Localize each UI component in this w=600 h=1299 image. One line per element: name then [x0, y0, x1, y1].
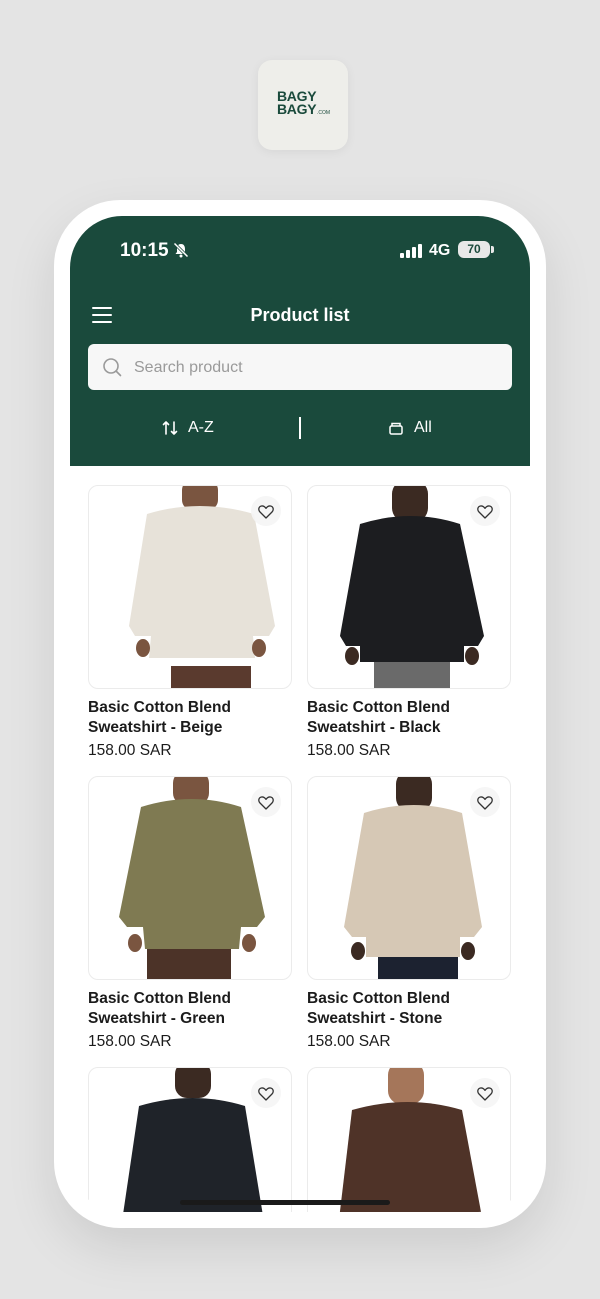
product-grid: Basic Cotton Blend Sweatshirt - Beige 15…	[70, 466, 530, 1212]
battery-tip	[491, 246, 494, 253]
search-icon	[103, 358, 122, 377]
product-price: 158.00 SAR	[88, 1033, 172, 1050]
product-image[interactable]	[88, 1067, 292, 1212]
heart-icon	[477, 504, 493, 519]
logo-suffix: .COM	[317, 110, 331, 116]
app-header: 10:15 4G 70 Product list Search product …	[70, 216, 530, 466]
product-image[interactable]	[88, 776, 292, 980]
product-card[interactable]	[88, 1067, 292, 1212]
product-image[interactable]	[88, 485, 292, 689]
product-name: Basic Cotton Blend Sweatshirt - Green	[88, 990, 231, 1027]
product-price: 158.00 SAR	[307, 742, 391, 759]
product-card[interactable]: Basic Cotton Blend Sweatshirt - Green 15…	[88, 776, 292, 1051]
sort-label: A-Z	[188, 419, 214, 436]
page-title: Product list	[250, 305, 350, 325]
phone-frame: 10:15 4G 70 Product list Search product …	[54, 200, 546, 1228]
product-card[interactable]: Basic Cotton Blend Sweatshirt - Black 15…	[307, 485, 511, 760]
sort-arrows-icon	[162, 421, 178, 435]
logo-wordmark: BAGY BAGY	[277, 89, 317, 117]
brand-logo: BAGY BAGY .COM	[258, 60, 348, 150]
favorite-button[interactable]	[251, 787, 281, 817]
filter-button[interactable]: All	[388, 416, 432, 440]
favorite-button[interactable]	[470, 496, 500, 526]
search-input[interactable]	[132, 344, 496, 392]
favorite-button[interactable]	[251, 1078, 281, 1108]
bell-off-icon	[173, 242, 189, 258]
product-name: Basic Cotton Blend Sweatshirt - Black	[307, 699, 450, 736]
heart-icon	[258, 504, 274, 519]
heart-icon	[258, 795, 274, 810]
product-name: Basic Cotton Blend Sweatshirt - Beige	[88, 699, 231, 736]
favorite-button[interactable]	[470, 1078, 500, 1108]
logo-line-2: BAGY	[277, 101, 317, 117]
search-bar[interactable]	[88, 344, 512, 392]
status-time: 10:15	[120, 240, 169, 261]
product-price: 158.00 SAR	[88, 742, 172, 759]
app-screen: 10:15 4G 70 Product list Search product …	[70, 216, 530, 1212]
heart-icon	[258, 1086, 274, 1101]
product-image[interactable]	[307, 485, 511, 689]
product-card[interactable]	[307, 1067, 511, 1212]
category-icon	[389, 422, 403, 435]
product-image[interactable]	[307, 1067, 511, 1212]
product-image[interactable]	[307, 776, 511, 980]
product-card[interactable]: Basic Cotton Blend Sweatshirt - Stone 15…	[307, 776, 511, 1051]
signal-icon	[400, 244, 422, 258]
home-indicator[interactable]	[180, 1200, 390, 1205]
product-name: Basic Cotton Blend Sweatshirt - Stone	[307, 990, 450, 1027]
sort-button[interactable]: A-Z	[162, 416, 214, 440]
heart-icon	[477, 1086, 493, 1101]
product-card[interactable]: Basic Cotton Blend Sweatshirt - Beige 15…	[88, 485, 292, 760]
battery-level: 70	[458, 241, 490, 258]
heart-icon	[477, 795, 493, 810]
favorite-button[interactable]	[251, 496, 281, 526]
controls-divider	[299, 417, 301, 439]
filter-label: All	[414, 419, 432, 436]
product-price: 158.00 SAR	[307, 1033, 391, 1050]
favorite-button[interactable]	[470, 787, 500, 817]
network-type: 4G	[429, 242, 451, 259]
